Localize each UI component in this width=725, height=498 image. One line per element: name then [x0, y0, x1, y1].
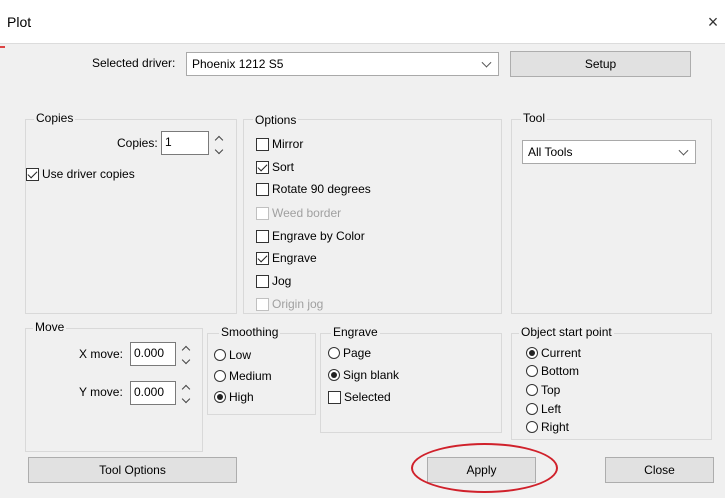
selected-driver-label: Selected driver:: [92, 56, 176, 70]
y-move-label: Y move:: [79, 385, 123, 399]
use-driver-copies-label: Use driver copies: [42, 167, 135, 181]
y-move-stepper[interactable]: [181, 381, 193, 411]
sort-label: Sort: [272, 160, 295, 174]
radio-circle[interactable]: [328, 369, 340, 381]
move-group-title: Move: [33, 320, 67, 334]
radio-circle[interactable]: [526, 347, 538, 359]
driver-select[interactable]: Phoenix 1212 S5: [186, 52, 499, 76]
smoothing-medium-radio[interactable]: Medium: [214, 368, 272, 384]
close-icon[interactable]: ×: [701, 7, 725, 37]
checkbox-box[interactable]: [256, 251, 269, 265]
edge-mark: [0, 46, 5, 48]
weed-border-label: Weed border: [272, 206, 342, 220]
mirror-checkbox[interactable]: Mirror: [256, 136, 303, 152]
mirror-label: Mirror: [272, 137, 304, 151]
smoothing-high-radio[interactable]: High: [214, 389, 254, 405]
radio-circle[interactable]: [526, 365, 538, 377]
start-left-label: Left: [541, 402, 562, 416]
tool-select[interactable]: All Tools: [522, 140, 696, 164]
start-right-radio[interactable]: Right: [526, 419, 569, 435]
tool-group-title: Tool: [521, 111, 548, 125]
tool-select-value: All Tools: [528, 145, 573, 159]
apply-button[interactable]: Apply: [427, 457, 536, 483]
start-left-radio[interactable]: Left: [526, 401, 561, 417]
smoothing-medium-label: Medium: [229, 369, 272, 383]
weed-border-checkbox: Weed border: [256, 205, 341, 221]
checkbox-box[interactable]: [26, 167, 39, 181]
engrave-page-label: Page: [343, 346, 372, 360]
setup-button[interactable]: Setup: [510, 51, 691, 77]
smoothing-low-radio[interactable]: Low: [214, 347, 251, 363]
start-top-radio[interactable]: Top: [526, 382, 560, 398]
radio-circle[interactable]: [214, 370, 226, 382]
chevron-up-icon[interactable]: [181, 384, 191, 394]
chevron-down-icon: [481, 57, 492, 68]
rotate-90-checkbox[interactable]: Rotate 90 degrees: [256, 181, 371, 197]
radio-circle[interactable]: [526, 403, 538, 415]
checkbox-box[interactable]: [256, 182, 269, 196]
checkbox-box[interactable]: [256, 274, 269, 288]
start-right-label: Right: [541, 420, 570, 434]
sort-checkbox[interactable]: Sort: [256, 159, 294, 175]
object-start-group-title: Object start point: [519, 325, 614, 339]
title-bar: Plot ×: [0, 0, 725, 44]
rotate-90-label: Rotate 90 degrees: [272, 182, 371, 196]
origin-jog-checkbox: Origin jog: [256, 296, 323, 312]
copies-input[interactable]: 1: [161, 131, 209, 155]
window-title: Plot: [7, 14, 32, 30]
radio-circle[interactable]: [526, 421, 538, 433]
engrave-selected-label: Selected: [344, 390, 391, 404]
chevron-up-icon[interactable]: [214, 135, 224, 145]
tool-options-button[interactable]: Tool Options: [28, 457, 237, 483]
checkbox-box[interactable]: [328, 390, 341, 404]
use-driver-copies-checkbox[interactable]: Use driver copies: [26, 166, 135, 182]
driver-select-value: Phoenix 1212 S5: [192, 57, 284, 71]
x-move-input[interactable]: 0.000: [130, 342, 176, 366]
start-bottom-label: Bottom: [541, 364, 580, 378]
radio-circle[interactable]: [526, 384, 538, 396]
radio-circle[interactable]: [214, 391, 226, 403]
chevron-up-icon[interactable]: [181, 345, 191, 355]
jog-checkbox[interactable]: Jog: [256, 273, 291, 289]
jog-label: Jog: [272, 274, 292, 288]
chevron-down-icon[interactable]: [181, 394, 191, 404]
start-bottom-radio[interactable]: Bottom: [526, 363, 579, 379]
x-move-stepper[interactable]: [181, 342, 193, 372]
radio-circle[interactable]: [328, 347, 340, 359]
smoothing-low-label: Low: [229, 348, 252, 362]
engrave-label: Engrave: [272, 251, 317, 265]
chevron-down-icon[interactable]: [214, 145, 224, 155]
checkbox-box[interactable]: [256, 160, 269, 174]
y-move-input[interactable]: 0.000: [130, 381, 176, 405]
checkbox-box: [256, 297, 269, 311]
copies-group-title: Copies: [34, 111, 76, 125]
start-current-radio[interactable]: Current: [526, 345, 581, 361]
radio-circle[interactable]: [214, 349, 226, 361]
engrave-by-color-checkbox[interactable]: Engrave by Color: [256, 228, 365, 244]
copies-stepper[interactable]: [214, 132, 226, 162]
start-top-label: Top: [541, 383, 561, 397]
options-group-title: Options: [253, 113, 299, 127]
origin-jog-label: Origin jog: [272, 297, 324, 311]
engrave-by-color-label: Engrave by Color: [272, 229, 365, 243]
checkbox-box[interactable]: [256, 229, 269, 243]
start-current-label: Current: [541, 346, 582, 360]
x-move-label: X move:: [79, 347, 124, 361]
smoothing-high-label: High: [229, 390, 254, 404]
checkbox-box[interactable]: [256, 137, 269, 151]
close-button[interactable]: Close: [605, 457, 714, 483]
engrave-selected-checkbox[interactable]: Selected: [328, 389, 391, 405]
engrave-sign-blank-radio[interactable]: Sign blank: [328, 367, 399, 383]
copies-label: Copies:: [117, 136, 158, 150]
engrave-page-radio[interactable]: Page: [328, 345, 371, 361]
chevron-down-icon: [678, 145, 689, 156]
chevron-down-icon[interactable]: [181, 355, 191, 365]
engrave-group-title: Engrave: [331, 325, 380, 339]
engrave-checkbox[interactable]: Engrave: [256, 250, 317, 266]
smoothing-group-title: Smoothing: [219, 325, 281, 339]
plot-dialog: Plot × Selected driver: Phoenix 1212 S5 …: [0, 0, 725, 498]
checkbox-box: [256, 206, 269, 220]
engrave-sign-blank-label: Sign blank: [343, 368, 400, 382]
